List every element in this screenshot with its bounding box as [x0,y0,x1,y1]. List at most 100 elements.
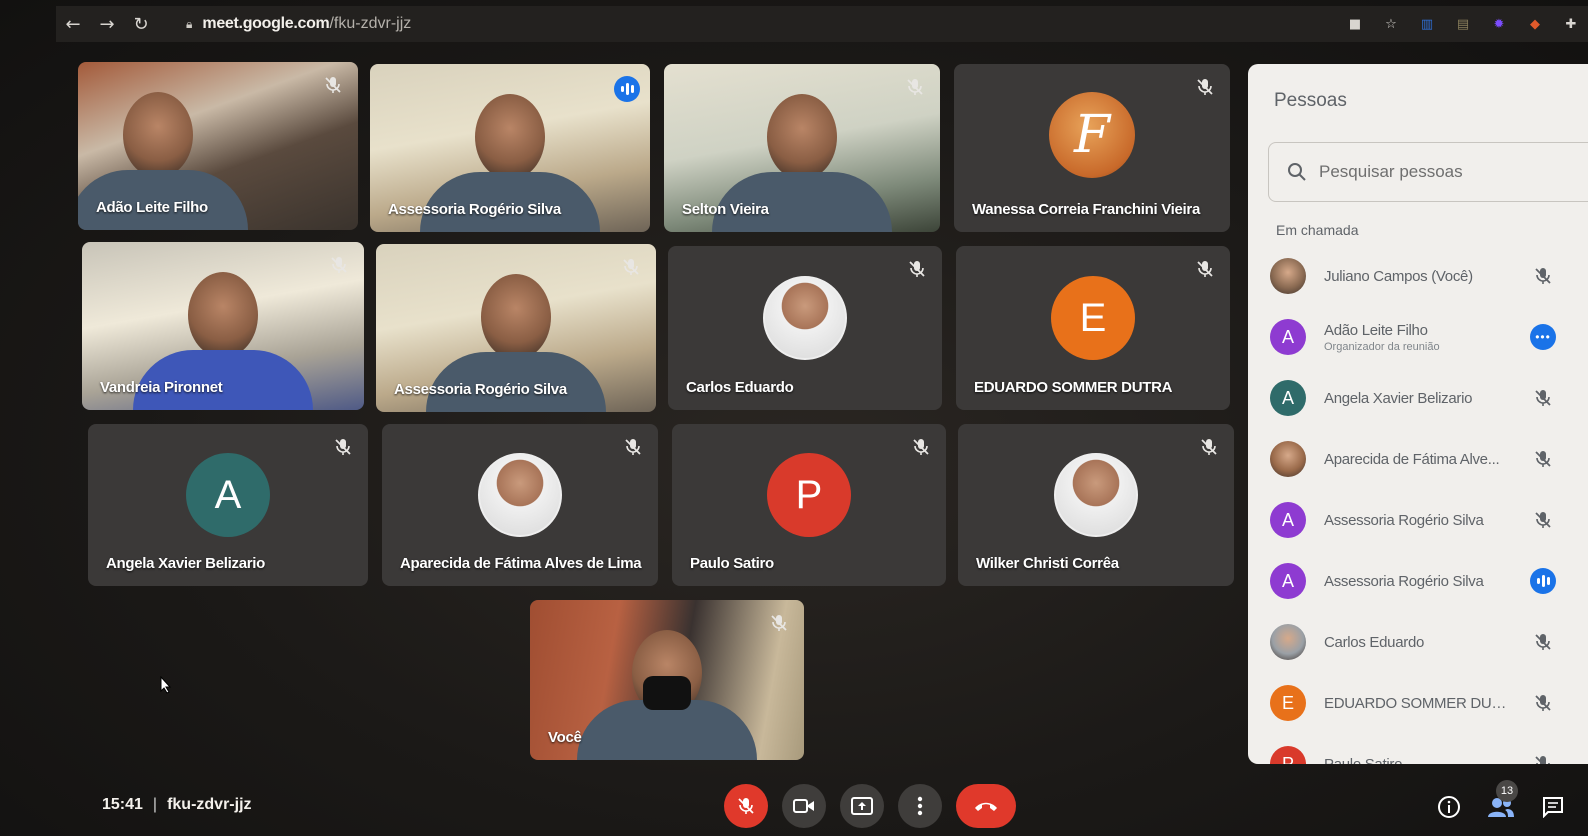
participant-tile[interactable]: P Paulo Satiro [672,424,946,586]
meeting-info: 15:41 | fku-zdvr-jjz [102,796,252,814]
in-call-section-label: Em chamada [1276,222,1359,238]
participant-count-badge: 13 [1496,780,1518,802]
participant-name: Paulo Satiro [1324,755,1403,765]
participant-info: EDUARDO SOMMER DUT... [1324,695,1510,712]
mic-off-icon [331,257,347,273]
participant-tile[interactable]: E EDUARDO SOMMER DUTRA [956,246,1230,410]
participant-name: EDUARDO SOMMER DUTRA [974,379,1173,396]
trello-icon[interactable]: ▥ [1418,15,1436,33]
mic-off-icon [1197,261,1213,277]
call-controls [724,784,1016,828]
mic-off-icon [1535,390,1551,406]
participant-info: Assessoria Rogério Silva [1324,512,1510,529]
participant-name: Vandreia Pironnet [100,379,223,396]
mic-muted-indicator [910,436,934,460]
camera-toggle-button[interactable] [782,784,826,828]
participant-name: Paulo Satiro [690,555,774,572]
participant-row[interactable]: A Adão Leite Filho Organizador da reunião •… [1270,307,1588,367]
chat-icon [1543,797,1563,818]
mic-toggle-button[interactable] [724,784,768,828]
participant-row[interactable]: E EDUARDO SOMMER DUT... [1270,673,1588,733]
meeting-code: fku-zdvr-jjz [167,796,252,813]
more-options-button[interactable] [898,784,942,828]
address-bar[interactable]: 🔒︎ meet.google.com/fku-zdvr-jjz [172,9,425,39]
participant-name: Assessoria Rogério Silva [388,201,561,218]
participant-tile[interactable]: A Angela Xavier Belizario [88,424,368,586]
code-icon[interactable]: ▤ [1454,15,1472,33]
participant-info: Carlos Eduardo [1324,634,1510,651]
search-icon [1288,163,1306,181]
mic-muted-indicator [904,76,928,100]
participant-tile[interactable]: Vandreia Pironnet [82,242,364,410]
mic-off-icon [1535,451,1551,467]
participant-name: Angela Xavier Belizario [106,555,266,572]
mic-muted-indicator [622,436,646,460]
mic-muted-indicator [1530,751,1556,764]
participant-name: Aparecida de Fátima Alves de Lima [400,555,642,572]
meeting-details-button[interactable] [1434,792,1464,822]
participant-row[interactable]: Carlos Eduardo [1270,612,1588,672]
back-arrow-icon[interactable]: ← [56,7,90,41]
participant-tile[interactable]: Você [530,600,804,760]
mouse-cursor-icon [160,676,172,694]
url-path: /fku-zdvr-jjz [329,15,412,32]
participant-avatar [1270,624,1306,660]
search-placeholder: Pesquisar pessoas [1319,162,1463,181]
people-button[interactable]: 13 [1486,780,1518,822]
chat-button[interactable] [1538,792,1568,822]
mic-off-icon [907,79,923,95]
participant-tile[interactable]: Selton Vieira [664,64,940,232]
more-options-icon[interactable]: ••• [1530,324,1556,350]
mic-muted-indicator [1530,507,1556,533]
present-screen-button[interactable] [840,784,884,828]
participant-tile[interactable]: Adão Leite Filho [78,62,358,230]
mic-off-icon [913,439,929,455]
participant-row[interactable]: A Assessoria Rogério Silva [1270,490,1588,550]
puzzle-icon[interactable]: ✚ [1562,15,1580,33]
purple-star-icon[interactable]: ✹ [1490,15,1508,33]
participant-tile[interactable]: F Wanessa Correia Franchini Vieira [954,64,1230,232]
participant-tile[interactable]: Wilker Christi Corrêa [958,424,1234,586]
forward-arrow-icon[interactable]: → [90,7,124,41]
avatar-photo [478,453,562,537]
mic-off-icon [1535,268,1551,284]
participant-tile[interactable]: Assessoria Rogério Silva [370,64,650,232]
mic-muted-indicator [322,74,346,98]
participant-row[interactable]: Aparecida de Fátima Alve... [1270,429,1588,489]
mic-muted-indicator [332,436,356,460]
participant-name: Assessoria Rogério Silva [394,381,567,398]
participant-video [481,274,551,360]
participant-name: Assessoria Rogério Silva [1324,511,1484,529]
mic-off-icon [1201,439,1217,455]
leave-call-button[interactable] [956,784,1016,828]
participant-row[interactable]: P Paulo Satiro [1270,734,1588,764]
lock-icon: 🔒︎ [186,16,193,31]
mic-muted-indicator [906,258,930,282]
participant-tile[interactable]: Aparecida de Fátima Alves de Lima [382,424,658,586]
participant-row[interactable]: A Assessoria Rogério Silva [1270,551,1588,611]
participant-row[interactable]: A Angela Xavier Belizario [1270,368,1588,428]
url-host: meet.google.com [202,15,330,32]
extensions-area: ■ ☆ ▥ ▤ ✹ ◆ ✚ [1346,6,1580,42]
mic-off-icon [1535,512,1551,528]
participant-row[interactable]: Juliano Campos (Você) [1270,246,1588,306]
mic-off-icon [623,259,639,275]
bottom-bar: 15:41 | fku-zdvr-jjz 13 [0,778,1588,836]
avatar-letter: P [767,453,851,537]
mic-off-icon [738,798,754,814]
star-icon[interactable]: ☆ [1382,15,1400,33]
participant-name: Você [548,729,582,746]
participant-info: Aparecida de Fátima Alve... [1324,451,1510,468]
avatar-logo: F [1049,92,1135,178]
camera-icon[interactable]: ■ [1346,15,1364,33]
search-people-input[interactable]: Pesquisar pessoas [1268,142,1588,202]
mic-off-icon [325,77,341,93]
mic-off-icon [1535,695,1551,711]
participant-tile[interactable]: Carlos Eduardo [668,246,942,410]
mic-off-icon [771,615,787,631]
people-panel: Pessoas Pesquisar pessoas Em chamada Jul… [1248,64,1588,764]
meet-screen: ← → ↻ 🔒︎ meet.google.com/fku-zdvr-jjz ■ ☆… [0,0,1588,836]
participant-tile[interactable]: Assessoria Rogério Silva [376,244,656,412]
color-wheel-icon[interactable]: ◆ [1526,15,1544,33]
reload-icon[interactable]: ↻ [124,7,158,41]
